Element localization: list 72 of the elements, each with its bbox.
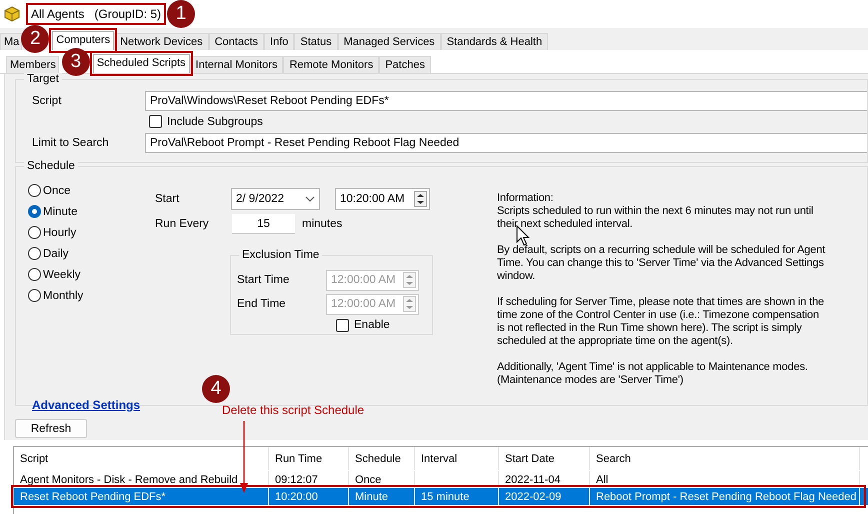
tab[interactable]: Scheduled Scripts (92, 54, 190, 73)
tab[interactable]: Managed Services (338, 33, 441, 50)
spinner-icon (414, 191, 427, 207)
unit-label: minutes (302, 218, 342, 230)
tab[interactable]: Computers (52, 31, 114, 50)
field-label: Limit to Search (32, 136, 110, 148)
radio-button[interactable] (28, 268, 41, 281)
checkbox-label: Enable (354, 319, 390, 331)
tab[interactable]: Network Devices (114, 33, 209, 50)
field-label: Start (155, 193, 180, 205)
table-cell: Reboot Prompt - Reset Pending Reboot Flag Needed (590, 488, 860, 505)
tab[interactable]: Internal Monitors (190, 56, 284, 73)
group-title: Exclusion Time (239, 249, 322, 261)
date-picker[interactable]: 2/ 9/2022 (231, 188, 320, 210)
info-text: Scripts scheduled to run within the next 6 minutes may not run until their next scheduled interval. (497, 205, 814, 231)
info-text: Additionally, 'Agent Time' is not applicable to Maintenance modes. (Maintenance modes are 'Server Time') (497, 361, 809, 387)
checkbox-label: Include Subgroups (167, 116, 263, 128)
tab[interactable]: Info (264, 33, 294, 50)
script-field[interactable]: ProVal\Windows\Reset Reboot Pending EDFs* (145, 90, 867, 110)
advanced-settings-link[interactable]: Advanced Settings (32, 398, 140, 412)
radio-label: Hourly (43, 226, 76, 238)
info-text: If scheduling for Server Time, please note that times are shown in the time zone of the Control Center in use (i.e.: Timezone compensation is not reflected in the Run Time shown here). The script is simply scheduled at the appropriate time on the agent(s). (497, 296, 826, 348)
radio-button[interactable] (28, 289, 41, 302)
table-row[interactable]: Reset Reboot Pending EDFs* 10:20:00 Minute 15 minute 2022-02-09 Reboot Prompt - Reset Pending Reboot Flag Needed (14, 488, 868, 505)
radio-label: Monthly (43, 290, 84, 302)
tab[interactable]: Patches (379, 56, 431, 73)
column-header[interactable]: Search (590, 447, 860, 470)
chevron-down-icon (305, 196, 315, 202)
tab[interactable]: Remote Monitors (283, 56, 380, 73)
radio-button[interactable] (28, 247, 41, 260)
radio-label: Daily (43, 248, 69, 260)
column-header[interactable]: Script (14, 447, 269, 470)
tab[interactable]: Members (6, 56, 59, 73)
cube-icon (4, 6, 20, 22)
refresh-button[interactable]: Refresh (15, 419, 87, 438)
checkbox[interactable] (149, 115, 162, 128)
column-header[interactable]: Run Time (269, 447, 349, 470)
arrow (239, 421, 249, 493)
info-text: By default, scripts on a recurring schedule will be scheduled for Agent Time. You can change this to 'Server Time' via the Advanced Settings window. (497, 244, 826, 283)
group-title: Schedule (24, 160, 78, 172)
radio-label: Once (43, 184, 70, 196)
table-cell: 2022-02-09 (499, 488, 590, 505)
callout-text: Delete this script Schedule (222, 403, 364, 417)
window-title: All Agents (GroupID: 5) (31, 7, 162, 21)
spinner-icon (403, 296, 416, 312)
info-heading: Information: (497, 192, 554, 205)
time-field[interactable]: 10:20:00 AM (335, 188, 430, 210)
table-cell: 15 minute (415, 488, 499, 505)
tab[interactable]: Ma (0, 33, 22, 50)
column-header[interactable]: Start Date (499, 447, 590, 470)
field-label: Script (32, 94, 62, 106)
radio-button[interactable] (28, 184, 41, 197)
column-header[interactable]: Interval (415, 447, 499, 470)
time-field: 12:00:00 AM (326, 270, 419, 290)
radio-button[interactable] (28, 226, 41, 239)
column-header[interactable]: Schedule (349, 447, 415, 470)
field-label: Start Time (237, 274, 290, 286)
search-field[interactable]: ProVal\Reboot Prompt - Reset Pending Reboot Flag Needed (145, 132, 867, 152)
radio-label: Weekly (43, 268, 80, 280)
table-cell: 10:20:00 (269, 488, 349, 505)
field-label: End Time (237, 298, 287, 310)
tab[interactable]: Standards & Health (440, 33, 548, 50)
radio-label: Minute (43, 206, 78, 218)
tab[interactable]: Contacts (208, 33, 264, 50)
radio-button[interactable] (28, 205, 41, 218)
spinner-icon (403, 272, 416, 288)
interval-field[interactable]: 15 (232, 214, 295, 234)
tab[interactable]: Status (294, 33, 338, 50)
field-label: Run Every (155, 218, 210, 230)
group-title: Target (24, 73, 62, 85)
time-field: 12:00:00 AM (326, 294, 419, 314)
table-cell: Minute (349, 488, 415, 505)
